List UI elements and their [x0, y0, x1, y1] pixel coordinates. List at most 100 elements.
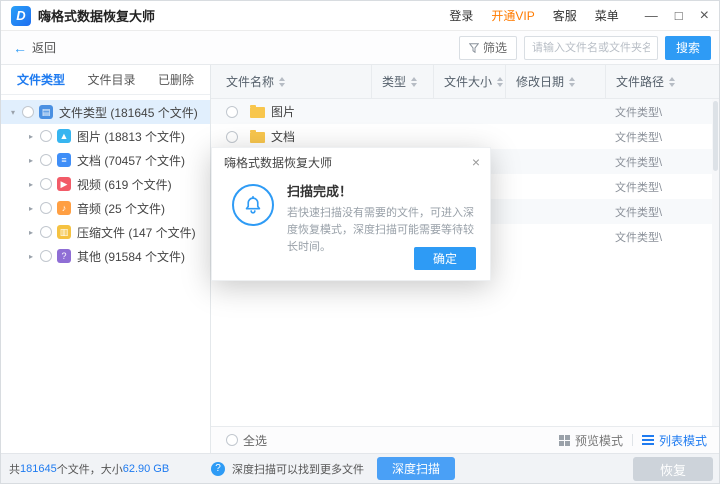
- grid-icon: [558, 434, 570, 446]
- sort-icon[interactable]: [669, 76, 676, 87]
- scan-complete-dialog: 嗨格式数据恢复大师 × 扫描完成！ 若快速扫描没有需要的文件，可进入深度恢复模式…: [211, 147, 491, 281]
- column-header-name[interactable]: 文件名称: [211, 65, 371, 98]
- dialog-titlebar: 嗨格式数据恢复大师 ×: [212, 148, 490, 176]
- toolbar-right: 筛选 搜索: [458, 35, 711, 60]
- column-header-size[interactable]: 文件大小: [433, 65, 505, 98]
- tab-file-type[interactable]: 文件类型: [17, 71, 65, 88]
- file-name: 图片: [271, 105, 296, 119]
- tree-item-label: 文档 (70457 个文件): [77, 153, 186, 168]
- dialog-text: 扫描完成！ 若快速扫描没有需要的文件，可进入深度恢复模式，深度扫描可能需要等待较…: [287, 181, 476, 256]
- scrollbar-thumb[interactable]: [713, 101, 718, 171]
- expand-right-icon[interactable]: ▸: [29, 204, 40, 213]
- filter-funnel-icon: [468, 42, 479, 53]
- column-label: 文件大小: [444, 75, 493, 89]
- tree-item-images[interactable]: ▸ ▲ 图片 (18813 个文件): [1, 124, 210, 148]
- minimize-button[interactable]: —: [645, 9, 658, 22]
- titlebar-actions: 登录 开通VIP 客服 菜单 — □ ×: [449, 7, 709, 24]
- app-title: 嗨格式数据恢复大师: [38, 9, 156, 24]
- tree-checkbox[interactable]: [22, 106, 34, 118]
- app-window: D 嗨格式数据恢复大师 登录 开通VIP 客服 菜单 — □ × ← 返回 筛选: [0, 0, 720, 484]
- search-input[interactable]: [523, 35, 658, 60]
- view-modes: 预览模式 列表模式: [558, 432, 707, 449]
- scrollbar[interactable]: [712, 99, 719, 426]
- list-mode-button[interactable]: 列表模式: [641, 432, 707, 449]
- tree-checkbox[interactable]: [40, 178, 52, 190]
- total-count: 181645: [20, 462, 57, 475]
- sort-icon[interactable]: [569, 76, 576, 87]
- file-name: 文档: [271, 130, 296, 144]
- file-name-cell: 图片: [211, 103, 371, 120]
- tree-item-archives[interactable]: ▸ ▥ 压缩文件 (147 个文件): [1, 220, 210, 244]
- column-label: 文件路径: [616, 75, 665, 89]
- expand-right-icon[interactable]: ▸: [29, 252, 40, 261]
- confirm-button[interactable]: 确定: [414, 247, 476, 270]
- tree-checkbox[interactable]: [40, 130, 52, 142]
- recover-button[interactable]: 恢复: [633, 457, 713, 481]
- help-icon[interactable]: ?: [211, 461, 225, 476]
- column-header-type[interactable]: 类型: [371, 65, 433, 98]
- tree-checkbox[interactable]: [40, 226, 52, 238]
- expand-right-icon[interactable]: ▸: [29, 156, 40, 165]
- row-checkbox[interactable]: [226, 105, 238, 118]
- tree-checkbox[interactable]: [40, 250, 52, 262]
- back-label: 返回: [32, 41, 57, 55]
- file-type-tree: ▾ ▤ 文件类型 (181645 个文件) ▸ ▲ 图片 (18813 个文件)…: [1, 95, 210, 268]
- tab-file-directory[interactable]: 文件目录: [87, 71, 135, 88]
- tree-item-documents[interactable]: ▸ ≡ 文档 (70457 个文件): [1, 148, 210, 172]
- video-icon: ▶: [57, 177, 71, 191]
- support-link[interactable]: 客服: [553, 7, 577, 24]
- sort-icon[interactable]: [411, 76, 418, 87]
- close-button[interactable]: ×: [700, 7, 709, 24]
- tree-item-file-types[interactable]: ▾ ▤ 文件类型 (181645 个文件): [1, 100, 210, 124]
- path-cell: 文件类型\: [615, 131, 663, 144]
- search-button[interactable]: 搜索: [664, 35, 711, 60]
- tree-checkbox[interactable]: [40, 202, 52, 214]
- path-cell: 文件类型\: [615, 106, 663, 119]
- filter-button[interactable]: 筛选: [458, 35, 517, 60]
- toolbar: ← 返回 筛选 搜索: [1, 31, 719, 65]
- hint-text: 深度扫描可以找到更多文件: [232, 463, 364, 476]
- deep-scan-hint: ? 深度扫描可以找到更多文件 深度扫描: [211, 454, 456, 483]
- preview-mode-button[interactable]: 预览模式: [558, 432, 623, 449]
- menu-link[interactable]: 菜单: [595, 7, 619, 24]
- expand-right-icon[interactable]: ▸: [29, 180, 40, 189]
- file-name-cell: 文档: [211, 128, 371, 145]
- dialog-title: 嗨格式数据恢复大师: [224, 155, 333, 170]
- filter-label: 筛选: [482, 41, 507, 55]
- select-all-checkbox[interactable]: [226, 434, 238, 446]
- brand: D 嗨格式数据恢复大师: [11, 5, 156, 26]
- dialog-body: 扫描完成！ 若快速扫描没有需要的文件，可进入深度恢复模式，深度扫描可能需要等待较…: [212, 176, 490, 256]
- back-button[interactable]: ← 返回: [13, 39, 56, 56]
- tree-checkbox[interactable]: [40, 154, 52, 166]
- login-link[interactable]: 登录: [449, 7, 473, 24]
- sort-icon[interactable]: [497, 76, 504, 87]
- dialog-close-icon[interactable]: ×: [472, 154, 480, 170]
- zip-icon: ▥: [57, 225, 71, 239]
- table-row[interactable]: 文档 文件类型\: [211, 124, 719, 149]
- total-summary: 共 181645 个文件，大小 62.90 GB: [9, 454, 169, 483]
- vip-link[interactable]: 开通VIP: [491, 7, 534, 24]
- expand-right-icon[interactable]: ▸: [29, 132, 40, 141]
- tab-deleted[interactable]: 已删除: [158, 71, 194, 88]
- disk-icon: ▤: [39, 105, 53, 119]
- expand-down-icon[interactable]: ▾: [11, 108, 22, 117]
- deep-scan-button[interactable]: 深度扫描: [377, 457, 456, 480]
- expand-right-icon[interactable]: ▸: [29, 228, 40, 237]
- preview-mode-label: 预览模式: [574, 433, 623, 448]
- select-all[interactable]: 全选: [226, 432, 267, 449]
- column-header-path[interactable]: 文件路径: [605, 65, 719, 98]
- column-header-date[interactable]: 修改日期: [505, 65, 605, 98]
- table-row[interactable]: 图片 文件类型\: [211, 99, 719, 124]
- row-checkbox[interactable]: [226, 130, 238, 143]
- maximize-button[interactable]: □: [675, 9, 683, 22]
- tree-item-other[interactable]: ▸ ? 其他 (91584 个文件): [1, 244, 210, 268]
- tree-item-audio[interactable]: ▸ ♪ 音频 (25 个文件): [1, 196, 210, 220]
- tree-item-videos[interactable]: ▸ ▶ 视频 (619 个文件): [1, 172, 210, 196]
- image-icon: ▲: [57, 129, 71, 143]
- sort-icon[interactable]: [279, 76, 286, 87]
- total-prefix: 共: [9, 463, 20, 476]
- window-controls: — □ ×: [645, 7, 709, 24]
- bell-icon: [232, 184, 274, 226]
- audio-icon: ♪: [57, 201, 71, 215]
- path-cell: 文件类型\: [615, 231, 663, 244]
